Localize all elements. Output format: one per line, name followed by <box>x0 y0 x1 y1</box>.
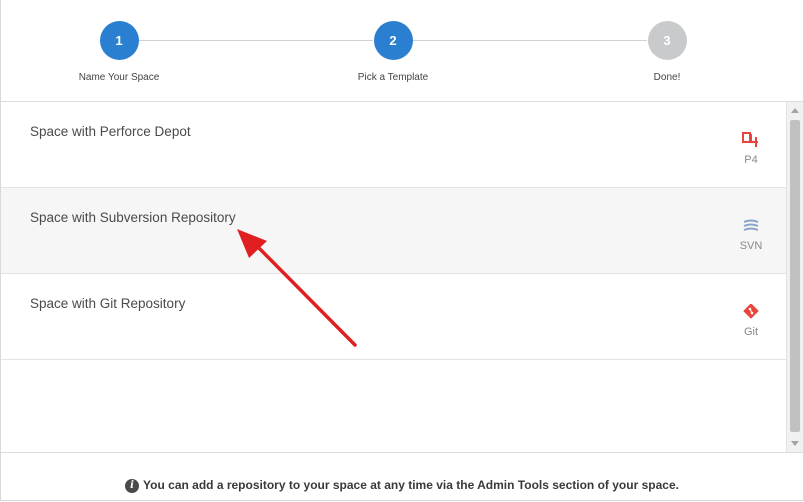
create-space-wizard: 1 Name Your Space 2 Pick a Template 3 Do… <box>0 0 804 501</box>
perforce-icon <box>742 132 758 147</box>
footer-note-text: You can add a repository to your space a… <box>143 478 679 492</box>
template-type-label: P4 <box>744 154 758 166</box>
list-scrollbar[interactable] <box>786 102 803 452</box>
wizard-stepper: 1 Name Your Space 2 Pick a Template 3 Do… <box>1 0 803 102</box>
template-type-label: SVN <box>739 240 763 252</box>
template-option-git[interactable]: Space with Git Repository Git <box>1 274 787 360</box>
step-label: Pick a Template <box>357 72 429 83</box>
template-type: SVN <box>731 218 771 254</box>
template-type: P4 <box>731 132 771 168</box>
info-icon: i <box>125 479 140 493</box>
template-title: Space with Git Repository <box>30 296 186 311</box>
template-list: Space with Perforce Depot P4 Space with … <box>1 102 787 452</box>
template-type-label: Git <box>743 326 759 338</box>
step-label: Done! <box>653 72 681 83</box>
step-number-badge: 3 <box>647 21 687 60</box>
step-number-badge: 1 <box>99 21 139 60</box>
scroll-up-arrow-icon[interactable] <box>791 108 799 113</box>
template-option-perforce[interactable]: Space with Perforce Depot P4 <box>1 102 787 188</box>
scroll-down-arrow-icon[interactable] <box>791 441 799 446</box>
template-title: Space with Subversion Repository <box>30 210 236 225</box>
footer-info-note: i You can add a repository to your space … <box>1 478 803 493</box>
git-icon <box>743 304 759 319</box>
step-done: 3 Done! <box>597 21 737 83</box>
template-type: Git <box>731 304 771 340</box>
template-title: Space with Perforce Depot <box>30 124 191 139</box>
template-list-container: Space with Perforce Depot P4 Space with … <box>1 102 803 453</box>
step-label: Name Your Space <box>78 72 160 83</box>
template-option-subversion[interactable]: Space with Subversion Repository SVN <box>1 188 787 274</box>
step-number-badge: 2 <box>373 21 413 60</box>
step-pick-a-template: 2 Pick a Template <box>323 21 463 83</box>
step-name-your-space: 1 Name Your Space <box>49 21 189 83</box>
scroll-thumb[interactable] <box>790 120 800 432</box>
subversion-icon <box>743 219 759 231</box>
